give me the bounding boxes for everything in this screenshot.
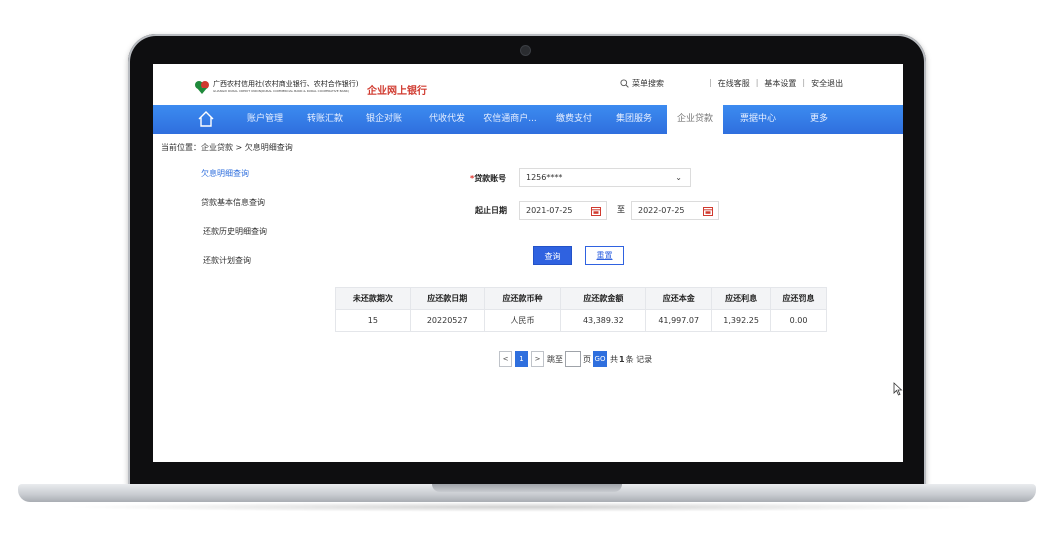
mouse-cursor-icon [893, 382, 903, 396]
arrears-table: 未还款期次 应还款日期 应还款币种 应还款金额 应还本金 应还利息 应还罚息 1… [335, 287, 827, 332]
sidebar-item-interest-arrears[interactable]: 欠息明细查询 [193, 168, 323, 197]
logout-link[interactable]: 安全退出 [805, 78, 849, 89]
nav-bill-center[interactable]: 票据中心 [731, 105, 785, 134]
bank-name: 广西农村信用社(农村商业银行、农村合作银行) [213, 80, 359, 88]
brand-title: 企业网上银行 [367, 86, 427, 97]
col-principal-due: 应还本金 [645, 287, 713, 310]
col-currency: 应还款币种 [483, 287, 562, 310]
end-date-value: 2022-07-25 [638, 206, 685, 215]
nav-reconciliation[interactable]: 银企对账 [359, 105, 409, 134]
loan-account-label-text: 贷款账号 [474, 174, 507, 183]
nav-merchant[interactable]: 农信通商户... [479, 105, 541, 134]
nav-account-management[interactable]: 账户管理 [239, 105, 291, 134]
col-interest-due: 应还利息 [711, 287, 772, 310]
sidebar-item-repayment-plan[interactable]: 还款计划查询 [193, 255, 323, 284]
top-bar: 广西农村信用社(农村商业银行、农村合作银行) GUANGXI RURAL CRE… [153, 64, 903, 102]
sidebar: 欠息明细查询 贷款基本信息查询 还款历史明细查询 还款计划查询 [193, 168, 323, 284]
menu-search[interactable]: 菜单搜索 [620, 78, 664, 89]
laptop-camera [521, 46, 530, 55]
cell-principal-due: 41,997.07 [645, 309, 713, 332]
home-icon[interactable] [197, 110, 215, 128]
start-date-input[interactable]: 2021-07-25 [519, 201, 607, 220]
search-icon [620, 79, 629, 88]
query-button[interactable]: 查询 [533, 246, 572, 265]
cell-interest-due: 1,392.25 [711, 309, 772, 332]
table-header-row: 未还款期次 应还款日期 应还款币种 应还款金额 应还本金 应还利息 应还罚息 [335, 287, 827, 310]
table-row: 15 20220527 人民币 43,389.32 41,997.07 1,39… [335, 309, 827, 332]
loan-account-select[interactable]: 1256**** ⌄ [519, 168, 691, 187]
menu-search-label: 菜单搜索 [632, 79, 664, 88]
date-range-label: 起止日期 [475, 206, 507, 215]
col-due-date: 应还款日期 [409, 287, 485, 310]
nav-enterprise-loan[interactable]: 企业贷款 [667, 105, 723, 134]
cell-amount-due: 43,389.32 [560, 309, 647, 332]
bank-logo-icon [195, 81, 209, 94]
page-label: 页 [583, 354, 591, 364]
loan-account-value: 1256**** [526, 173, 563, 182]
total-suffix: 条 记录 [625, 354, 653, 364]
end-date-input[interactable]: 2022-07-25 [631, 201, 719, 220]
page-number-input[interactable] [565, 351, 581, 367]
loan-account-label: *贷款账号 [470, 173, 506, 184]
start-date-value: 2021-07-25 [526, 206, 573, 215]
screen: 广西农村信用社(农村商业银行、农村合作银行) GUANGXI RURAL CRE… [153, 64, 903, 462]
to-label: 至 [617, 205, 625, 214]
laptop-shadow [60, 502, 994, 512]
basic-settings-link[interactable]: 基本设置 [758, 78, 802, 89]
prev-page-button[interactable]: < [499, 351, 512, 367]
sidebar-item-loan-info[interactable]: 贷款基本信息查询 [193, 197, 323, 226]
top-links: | 在线客服 | 基本设置 | 安全退出 [709, 78, 849, 89]
reset-button[interactable]: 重置 [585, 246, 624, 265]
breadcrumb: 当前位置：企业贷款 > 欠息明细查询 [161, 143, 293, 152]
bank-name-english: GUANGXI RURAL CREDIT UNION(RURAL COMMERC… [213, 89, 350, 93]
total-prefix: 共 [610, 354, 618, 364]
go-button[interactable]: GO [593, 351, 607, 367]
col-unpaid-period: 未还款期次 [335, 287, 411, 310]
cell-currency: 人民币 [483, 309, 562, 332]
calendar-icon[interactable] [591, 206, 601, 216]
nav-bill-payment[interactable]: 缴费支付 [549, 105, 599, 134]
cell-penalty-due: 0.00 [770, 309, 827, 332]
page-1-button[interactable]: 1 [515, 351, 528, 367]
col-amount-due: 应还款金额 [560, 287, 647, 310]
jump-to-label: 跳至 [547, 354, 563, 364]
main-nav: 账户管理 转账汇款 银企对账 代收代发 农信通商户... 缴费支付 集团服务 企… [153, 105, 903, 134]
cell-unpaid-period: 15 [335, 309, 411, 332]
total-count: 1 [619, 354, 625, 364]
laptop-notch [432, 484, 622, 492]
pagination: < 1 > 跳至 页 GO 共 1 条 记录 [499, 351, 652, 367]
col-penalty-due: 应还罚息 [770, 287, 827, 310]
cell-due-date: 20220527 [409, 309, 485, 332]
chevron-down-icon: ⌄ [675, 173, 682, 182]
nav-group-service[interactable]: 集团服务 [609, 105, 659, 134]
online-service-link[interactable]: 在线客服 [712, 78, 756, 89]
nav-more[interactable]: 更多 [799, 105, 839, 134]
nav-collection-payment[interactable]: 代收代发 [421, 105, 473, 134]
next-page-button[interactable]: > [531, 351, 544, 367]
calendar-icon[interactable] [703, 206, 713, 216]
nav-transfer[interactable]: 转账汇款 [299, 105, 351, 134]
sidebar-item-repayment-history[interactable]: 还款历史明细查询 [193, 226, 323, 255]
